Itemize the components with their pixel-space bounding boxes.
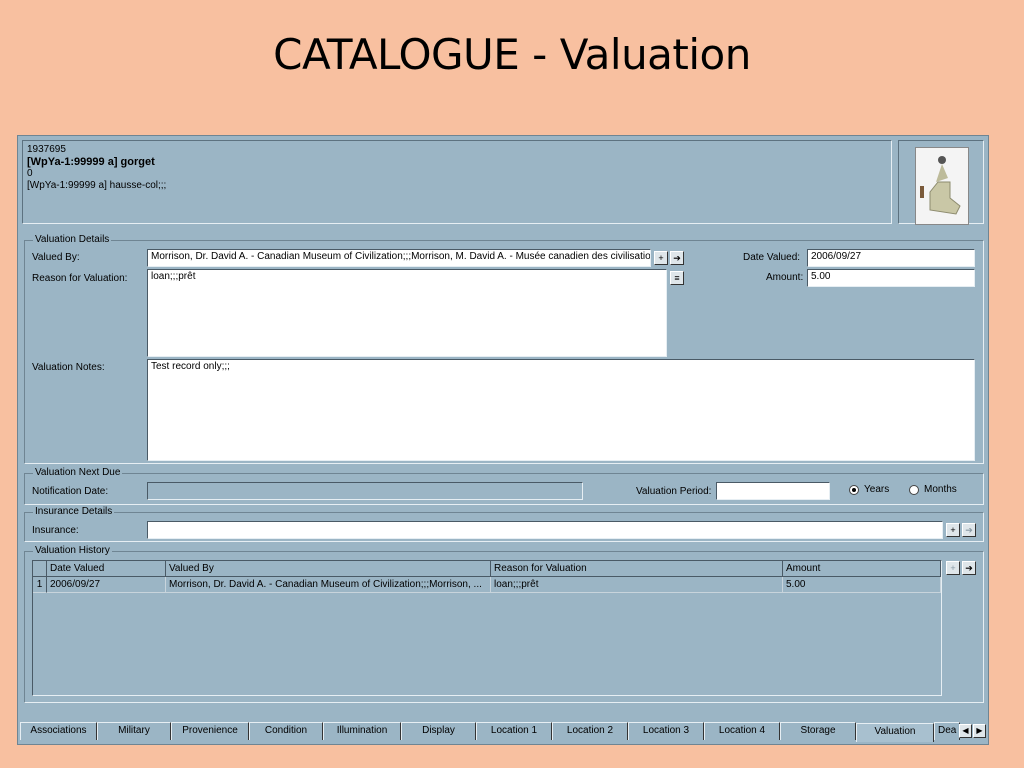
tab-scroll-left-icon[interactable]: ◀	[959, 724, 972, 738]
column-header[interactable]: Reason for Valuation	[491, 561, 783, 577]
tab-valuation[interactable]: Valuation	[856, 723, 934, 742]
tab-location-4[interactable]: Location 4	[704, 722, 780, 740]
table-cell[interactable]: Morrison, Dr. David A. - Canadian Museum…	[166, 577, 491, 593]
tab-illumination[interactable]: Illumination	[323, 722, 401, 740]
years-radio[interactable]	[849, 485, 859, 495]
next-due-legend: Valuation Next Due	[33, 467, 123, 478]
insurance-field[interactable]	[147, 521, 943, 539]
add-insurance-icon[interactable]: +	[946, 523, 960, 537]
record-name: [WpYa-1:99999 a] gorget	[27, 156, 155, 168]
add-valuer-icon[interactable]: +	[654, 251, 668, 265]
amount-field[interactable]: 5.00	[807, 269, 975, 287]
next-due-group: Valuation Next Due Notification Date: Va…	[24, 467, 984, 505]
valued-by-label: Valued By:	[32, 252, 80, 263]
valuation-details-legend: Valuation Details	[33, 234, 112, 245]
tab-dea[interactable]: Dea	[934, 722, 960, 740]
reason-lookup-icon[interactable]: ≡	[670, 271, 684, 285]
open-valuer-icon[interactable]: ➔	[670, 251, 684, 265]
history-open-icon[interactable]: ➔	[962, 561, 976, 575]
catalogue-window: 1937695 [WpYa-1:99999 a] gorget 0 [WpYa-…	[17, 135, 989, 745]
notes-label: Valuation Notes:	[32, 362, 105, 373]
table-cell[interactable]: 2006/09/27	[47, 577, 166, 593]
open-insurance-icon[interactable]: ➔	[962, 523, 976, 537]
insurance-label: Insurance:	[32, 525, 79, 536]
tab-military[interactable]: Military	[97, 722, 171, 740]
tab-storage[interactable]: Storage	[780, 722, 856, 740]
tab-scroll-right-icon[interactable]: ▶	[973, 724, 986, 738]
artifact-photo[interactable]	[915, 147, 969, 225]
tab-strip: Associations Military Provenience Condit…	[18, 722, 990, 744]
record-id: 1937695	[27, 144, 66, 155]
years-label: Years	[864, 484, 890, 495]
tab-location-2[interactable]: Location 2	[552, 722, 628, 740]
amount-label: Amount:	[766, 272, 804, 283]
row-selector-header	[33, 561, 47, 577]
table-cell[interactable]: loan;;;prêt	[491, 577, 783, 593]
tab-display[interactable]: Display	[401, 722, 476, 740]
valuation-details-group: Valuation Details Valued By: Morrison, D…	[24, 234, 984, 464]
history-add-icon[interactable]: +	[946, 561, 960, 575]
reason-label: Reason for Valuation:	[32, 273, 128, 284]
date-valued-field[interactable]: 2006/09/27	[807, 249, 975, 267]
valued-by-field[interactable]: Morrison, Dr. David A. - Canadian Museum…	[147, 249, 651, 267]
record-count: 0	[27, 168, 33, 179]
history-legend: Valuation History	[33, 545, 112, 556]
row-number[interactable]: 1	[33, 577, 47, 593]
record-alt-name: [WpYa-1:99999 a] hausse-col;;;	[27, 180, 167, 191]
valuation-period-field[interactable]	[716, 482, 830, 500]
table-cell[interactable]: 5.00	[783, 577, 941, 593]
column-header[interactable]: Date Valued	[47, 561, 166, 577]
months-label: Months	[924, 484, 957, 495]
tab-location-1[interactable]: Location 1	[476, 722, 552, 740]
slide-title: CATALOGUE - Valuation	[273, 30, 751, 79]
insurance-group: Insurance Details Insurance: + ➔	[24, 506, 984, 542]
months-radio[interactable]	[909, 485, 919, 495]
column-header[interactable]: Amount	[783, 561, 941, 577]
notification-date-field[interactable]	[147, 482, 583, 500]
notification-date-label: Notification Date:	[32, 486, 109, 497]
notes-field[interactable]: Test record only;;;	[147, 359, 975, 461]
tab-provenience[interactable]: Provenience	[171, 722, 249, 740]
tab-associations[interactable]: Associations	[20, 722, 97, 740]
insurance-legend: Insurance Details	[33, 506, 115, 517]
tab-location-3[interactable]: Location 3	[628, 722, 704, 740]
tab-condition[interactable]: Condition	[249, 722, 323, 740]
history-table: Date Valued Valued By Reason for Valuati…	[32, 560, 942, 696]
record-header: 1937695 [WpYa-1:99999 a] gorget 0 [WpYa-…	[22, 140, 892, 224]
valuation-period-label: Valuation Period:	[636, 486, 712, 497]
reason-field[interactable]: loan;;;prêt	[147, 269, 667, 357]
thumbnail-frame	[898, 140, 984, 225]
date-valued-label: Date Valued:	[743, 252, 801, 263]
column-header[interactable]: Valued By	[166, 561, 491, 577]
